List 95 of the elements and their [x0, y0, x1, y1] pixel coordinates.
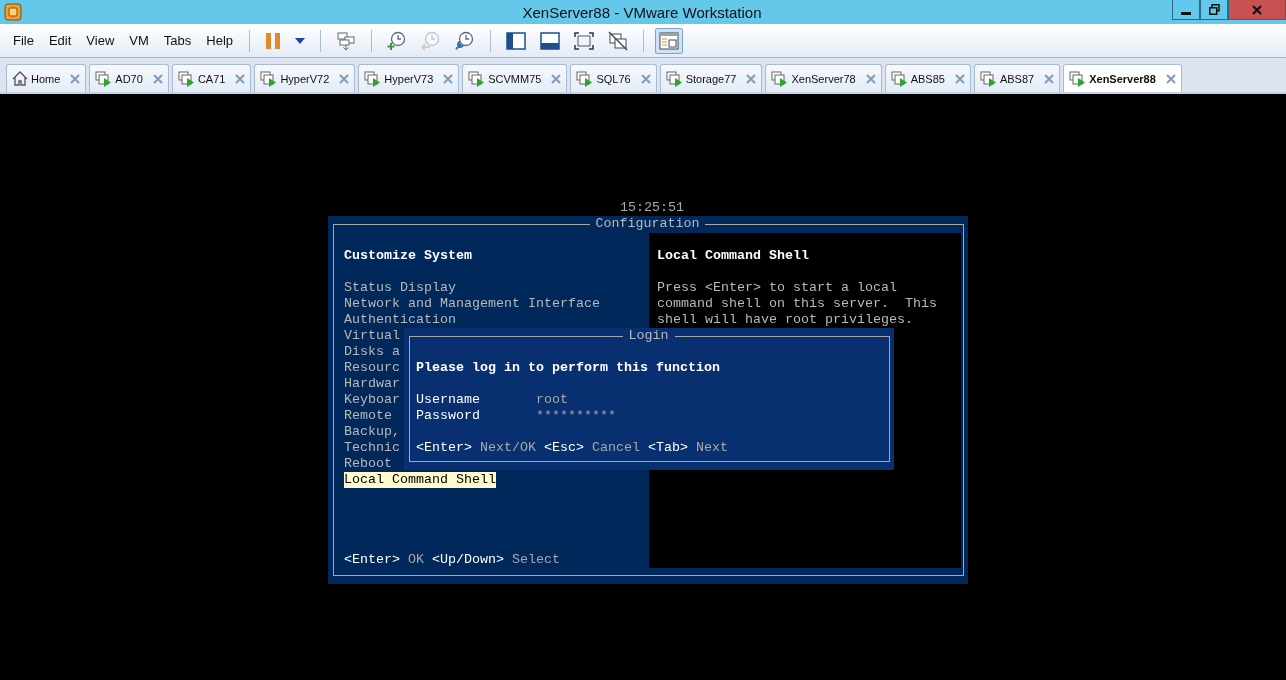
close-icon[interactable]	[954, 73, 965, 84]
panel-title: Configuration	[594, 216, 701, 232]
thumbnail-bar-icon	[540, 31, 561, 50]
menu-option[interactable]: Keyboar	[344, 392, 400, 408]
app-icon	[4, 3, 22, 21]
vm-icon	[177, 70, 195, 87]
field-label: Password	[416, 408, 481, 424]
menu-option[interactable]: Backup,	[344, 424, 400, 440]
close-button[interactable]	[1228, 0, 1286, 20]
field-label: Username	[416, 392, 481, 408]
vm-tab[interactable]: SQL76	[570, 64, 657, 92]
field-value[interactable]: **********	[536, 408, 616, 424]
close-icon[interactable]	[70, 73, 81, 84]
vm-tab[interactable]: SCVMM75	[462, 64, 568, 92]
close-icon	[1252, 4, 1262, 15]
close-icon[interactable]	[640, 73, 651, 84]
menu-item[interactable]: Edit	[41, 31, 79, 50]
vm-icon	[771, 70, 789, 87]
menu-option[interactable]: Authentication	[344, 312, 456, 328]
crossed-windows-icon	[608, 30, 629, 51]
close-icon[interactable]	[551, 73, 562, 84]
minimize-icon	[1181, 11, 1191, 15]
menu-option[interactable]: Remote	[344, 408, 392, 424]
login-prompt: Please log in to perform this function	[416, 360, 721, 376]
key-hint-action: Select	[512, 552, 560, 568]
clock: 15:25:51	[620, 200, 684, 215]
window-icon	[659, 31, 680, 50]
menu-option[interactable]: Network and Management Interface	[344, 296, 600, 312]
close-icon[interactable]	[1044, 73, 1055, 84]
home-icon	[12, 71, 28, 86]
key-hint: <Up/Down>	[432, 552, 504, 568]
menu-option[interactable]: Status Display	[344, 280, 456, 296]
vm-icon	[260, 70, 278, 87]
caret-icon	[295, 37, 306, 44]
close-icon[interactable]	[152, 73, 163, 84]
field-value[interactable]: root	[536, 392, 568, 408]
vm-tab[interactable]: CA71	[171, 64, 252, 92]
close-icon[interactable]	[865, 73, 876, 84]
vm-icon	[364, 70, 382, 87]
vm-icon	[576, 70, 594, 87]
vm-tab[interactable]: Storage77	[659, 64, 763, 92]
clock-arrow-icon	[421, 30, 442, 51]
restore-button[interactable]	[1200, 0, 1228, 20]
menu-heading: Customize System	[344, 248, 472, 264]
key-hint: <Tab>	[648, 440, 688, 456]
vm-icon	[665, 70, 683, 87]
vm-tab[interactable]: AD70	[89, 64, 169, 92]
key-hint-action: Next/OK	[480, 440, 536, 456]
clock-wrench-icon	[455, 30, 476, 51]
clock-plus-icon	[387, 30, 408, 51]
menu-item[interactable]: Help	[199, 31, 241, 50]
vm-tab[interactable]: XenServer88	[1063, 64, 1182, 92]
close-icon[interactable]	[1165, 73, 1176, 84]
menu-option[interactable]: Local Command Shell	[344, 472, 496, 488]
menu-option[interactable]: Resourc	[344, 360, 400, 376]
vm-tab[interactable]: ABS85	[884, 64, 971, 92]
close-icon[interactable]	[339, 73, 350, 84]
menu-item[interactable]: File	[6, 31, 41, 50]
window-title: XenServer88 - VMware Workstation	[521, 3, 763, 21]
minimize-button[interactable]	[1172, 0, 1200, 20]
vm-tab[interactable]: HyperV72	[254, 64, 356, 92]
key-hint-action: Next	[696, 440, 728, 456]
key-hint-action: Cancel	[592, 440, 640, 456]
vm-icon	[890, 70, 908, 87]
vm-tab[interactable]: ABS87	[973, 64, 1061, 92]
vm-tab[interactable]: HyperV73	[358, 64, 460, 92]
menu-item[interactable]: View	[79, 31, 122, 50]
pause-icon	[265, 30, 282, 51]
menu-option[interactable]: Technic	[344, 440, 400, 456]
menu-option[interactable]: Disks a	[344, 344, 400, 360]
vm-tab[interactable]: Home	[6, 64, 87, 92]
sidebar-layout-icon	[506, 31, 527, 50]
key-hint: <Enter>	[416, 440, 472, 456]
menu-option[interactable]: Virtual	[344, 328, 400, 344]
vm-tab[interactable]: XenServer78	[765, 64, 882, 92]
key-hint: <Enter>	[344, 552, 400, 568]
vm-icon	[95, 70, 113, 87]
detail-text: Press <Enter> to start a local command shell on this server. This shell will have root privileges.	[657, 280, 938, 328]
close-icon[interactable]	[235, 73, 246, 84]
key-hint: <Esc>	[544, 440, 584, 456]
menu-option[interactable]: Hardwar	[344, 376, 400, 392]
vm-icon	[979, 70, 997, 87]
vm-icon	[468, 70, 486, 87]
restore-icon	[1208, 4, 1220, 15]
fullscreen-icon	[574, 31, 595, 50]
menu-item[interactable]: VM	[122, 31, 156, 50]
dialog-title: Login	[627, 328, 670, 344]
detail-title: Local Command Shell	[657, 248, 810, 264]
close-icon[interactable]	[746, 73, 757, 84]
menu-option[interactable]: Reboot	[344, 456, 392, 472]
key-hint-action: OK	[408, 552, 424, 568]
close-icon[interactable]	[443, 73, 454, 84]
vm-icon	[1069, 70, 1087, 87]
menu-item[interactable]: Tabs	[156, 31, 199, 50]
stacked-keys-icon	[336, 30, 357, 51]
